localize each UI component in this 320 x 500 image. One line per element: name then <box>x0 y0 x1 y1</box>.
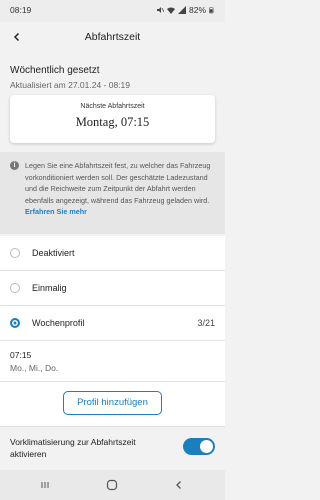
option-label: Deaktiviert <box>32 248 75 258</box>
next-departure-value: Montag, 07:15 <box>75 115 150 129</box>
recent-apps-icon[interactable] <box>38 478 52 492</box>
schedule-days: Mo., Mi., Do. <box>10 363 59 373</box>
profile-count: 3/21 <box>197 318 215 328</box>
info-icon: i <box>10 161 19 170</box>
info-text: Legen Sie eine Abfahrtszeit fest, zu wel… <box>25 160 217 218</box>
radio-deactivated[interactable] <box>10 248 20 258</box>
schedule-entry[interactable] <box>0 341 225 381</box>
status-time: 08:19 <box>10 5 32 15</box>
next-departure-label: Nächste Abfahrtszeit <box>80 103 145 110</box>
option-weekly-profile[interactable]: Wochenprofil 3/21 <box>0 306 225 340</box>
status-icons: 82% <box>156 5 215 15</box>
home-icon[interactable] <box>105 478 119 492</box>
info-box: i Legen Sie eine Abfahrtszeit fest, zu w… <box>0 152 225 234</box>
back-icon[interactable] <box>172 478 186 492</box>
last-updated-text: Aktualisiert am 27.01.24 - 08:19 <box>10 80 131 90</box>
page-title: Abfahrtszeit <box>84 31 141 43</box>
option-deactivated[interactable]: Deaktiviert <box>0 236 225 270</box>
schedule-time: 07:15 <box>10 350 32 360</box>
system-nav-bar <box>0 470 225 500</box>
info-description: Legen Sie eine Abfahrtszeit fest, zu wel… <box>25 161 211 205</box>
radio-once[interactable] <box>10 283 20 293</box>
toggle-knob <box>200 440 213 453</box>
mute-icon <box>156 7 164 13</box>
signal-icon <box>177 6 186 14</box>
radio-weekly-profile[interactable] <box>10 318 20 328</box>
preconditioning-label: Vorklimatisierung zur Abfahrtszeit aktiv… <box>10 437 136 459</box>
wifi-icon <box>166 7 175 14</box>
next-departure-card: Nächste Abfahrtszeit Montag, 07:15 <box>10 95 215 143</box>
battery-percentage: 82% <box>188 5 206 15</box>
status-bar: 08:19 82% <box>0 0 225 22</box>
option-label: Einmalig <box>32 283 67 293</box>
add-profile-button[interactable]: Profil hinzufügen <box>63 391 162 415</box>
schedule-mode-title: Wöchentlich gesetzt <box>10 65 100 76</box>
app-bar: Abfahrtszeit <box>0 22 225 52</box>
learn-more-link[interactable]: Erfahren Sie mehr <box>25 207 87 216</box>
preconditioning-row: Vorklimatisierung zur Abfahrtszeit aktiv… <box>0 426 225 470</box>
option-label: Wochenprofil <box>32 318 85 328</box>
battery-icon <box>209 7 214 14</box>
option-once[interactable]: Einmalig <box>0 271 225 305</box>
preconditioning-toggle[interactable] <box>183 438 215 455</box>
